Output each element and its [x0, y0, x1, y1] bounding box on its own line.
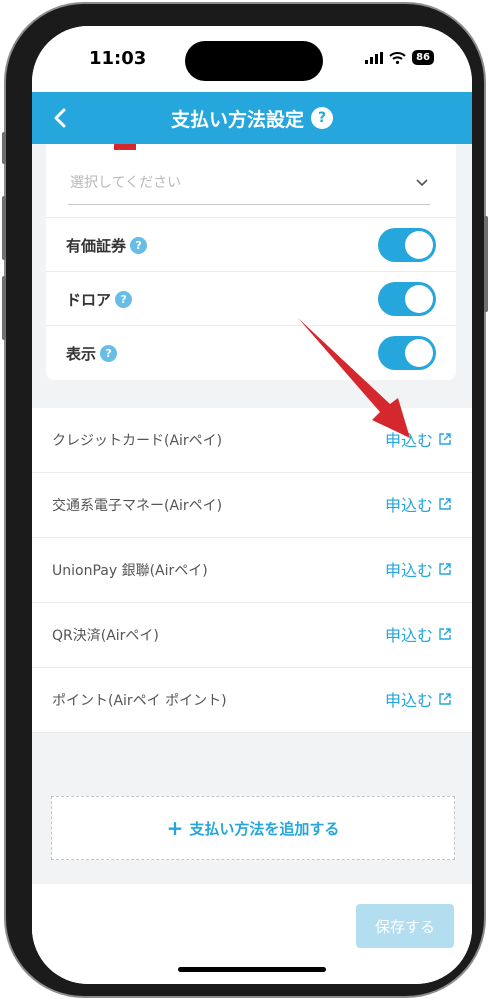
external-link-icon — [439, 433, 451, 445]
select-dropdown[interactable]: 選択してください — [68, 164, 430, 205]
home-indicator — [178, 967, 326, 972]
signal-icon — [365, 51, 384, 64]
payment-method-name: クレジットカード(Airペイ) — [52, 433, 223, 449]
mute-switch — [2, 132, 6, 164]
chevron-down-icon — [416, 179, 428, 187]
help-icon[interactable]: ? — [311, 107, 333, 129]
apply-link[interactable]: 申込む — [385, 492, 452, 516]
list-item: 交通系電子マネー(Airペイ) 申込む — [32, 473, 472, 538]
help-icon[interactable]: ? — [100, 345, 118, 362]
toggle-label: 表示? — [66, 343, 118, 364]
apply-link[interactable]: 申込む — [385, 557, 452, 581]
page-title: 支払い方法設定 — [170, 108, 304, 131]
screen: 11:03 86 支払い方法設定 ? 選択してください 有価証券 ? ドロア ?… — [32, 26, 472, 984]
payment-method-name: 交通系電子マネー(Airペイ) — [52, 498, 223, 514]
required-mark — [114, 144, 136, 150]
apply-link[interactable]: 申込む — [385, 687, 452, 711]
wifi-icon — [389, 51, 406, 64]
save-button[interactable]: 保存する — [356, 904, 454, 948]
external-link-icon — [439, 563, 451, 575]
drawer-toggle[interactable] — [378, 282, 436, 316]
toggle-knob — [405, 231, 433, 259]
list-item: UnionPay 銀聯(Airペイ) 申込む — [32, 538, 472, 603]
toggle-knob — [405, 285, 433, 313]
phone-frame: 11:03 86 支払い方法設定 ? 選択してください 有価証券 ? ドロア ?… — [2, 4, 488, 996]
payment-method-name: UnionPay 銀聯(Airペイ) — [52, 563, 208, 579]
annotation-arrow-icon — [298, 318, 410, 438]
list-item: QR決済(Airペイ) 申込む — [32, 603, 472, 668]
battery-icon: 86 — [412, 50, 434, 65]
main-content: 選択してください 有価証券? ドロア? 表示? クレジットカード(Airペイ) … — [32, 144, 472, 984]
power-button — [484, 216, 488, 312]
dynamic-island — [185, 41, 323, 81]
toggle-label: 有価証券? — [66, 235, 148, 256]
help-icon[interactable]: ? — [130, 237, 148, 254]
status-time: 11:03 — [89, 48, 147, 69]
external-link-icon — [439, 628, 451, 640]
volume-down-button — [2, 276, 6, 340]
payment-method-name: QR決済(Airペイ) — [52, 628, 159, 644]
external-link-icon — [439, 693, 451, 705]
select-placeholder: 選択してください — [70, 175, 182, 191]
payment-method-list: クレジットカード(Airペイ) 申込む 交通系電子マネー(Airペイ) 申込む … — [32, 408, 472, 733]
add-payment-method-button[interactable]: + 支払い方法を追加する — [51, 796, 455, 860]
external-link-icon — [439, 498, 451, 510]
add-payment-method-label: 支払い方法を追加する — [189, 819, 340, 838]
volume-up-button — [2, 196, 6, 260]
securities-toggle[interactable] — [378, 228, 436, 262]
toggle-row-securities: 有価証券? — [46, 217, 456, 272]
toggle-label: ドロア? — [66, 289, 133, 310]
payment-method-name: ポイント(Airペイ ポイント) — [52, 693, 227, 709]
help-icon[interactable]: ? — [115, 291, 133, 308]
plus-icon: + — [166, 816, 184, 840]
status-icons: 86 — [365, 50, 434, 65]
status-bar: 11:03 86 — [32, 26, 472, 92]
back-arrow-icon[interactable] — [46, 104, 74, 132]
app-header: 支払い方法設定 ? — [32, 92, 472, 144]
list-item: ポイント(Airペイ ポイント) 申込む — [32, 668, 472, 733]
apply-link[interactable]: 申込む — [385, 622, 452, 646]
